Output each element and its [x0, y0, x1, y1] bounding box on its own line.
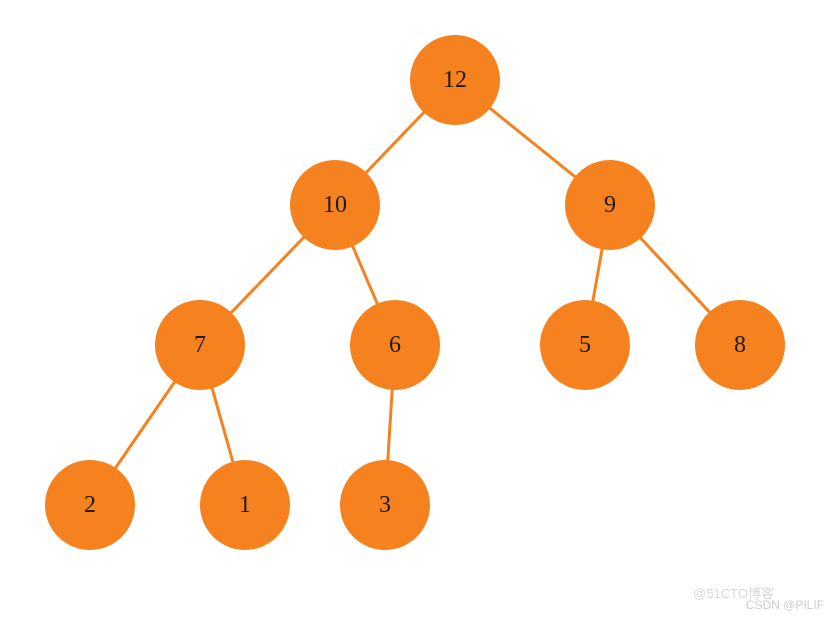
tree-node: 6	[350, 300, 440, 390]
tree-node-value: 12	[443, 67, 467, 94]
tree-node: 1	[200, 460, 290, 550]
tree-node-value: 6	[389, 332, 401, 359]
tree-node-value: 3	[379, 492, 391, 519]
tree-node: 3	[340, 460, 430, 550]
tree-node-value: 10	[323, 192, 347, 219]
tree-node-value: 2	[84, 492, 96, 519]
tree-diagram: 12 10 9 7 6 5 8 2 1 3	[0, 0, 834, 620]
tree-node: 5	[540, 300, 630, 390]
tree-node: 7	[155, 300, 245, 390]
watermark-text-2: CSDN @PILIF	[746, 598, 824, 612]
tree-node-value: 5	[579, 332, 591, 359]
tree-node-value: 9	[604, 192, 616, 219]
tree-node-value: 1	[239, 492, 251, 519]
tree-node: 8	[695, 300, 785, 390]
tree-node: 9	[565, 160, 655, 250]
tree-node: 2	[45, 460, 135, 550]
tree-node-value: 7	[194, 332, 206, 359]
tree-node: 10	[290, 160, 380, 250]
tree-node: 12	[410, 35, 500, 125]
tree-node-value: 8	[734, 332, 746, 359]
